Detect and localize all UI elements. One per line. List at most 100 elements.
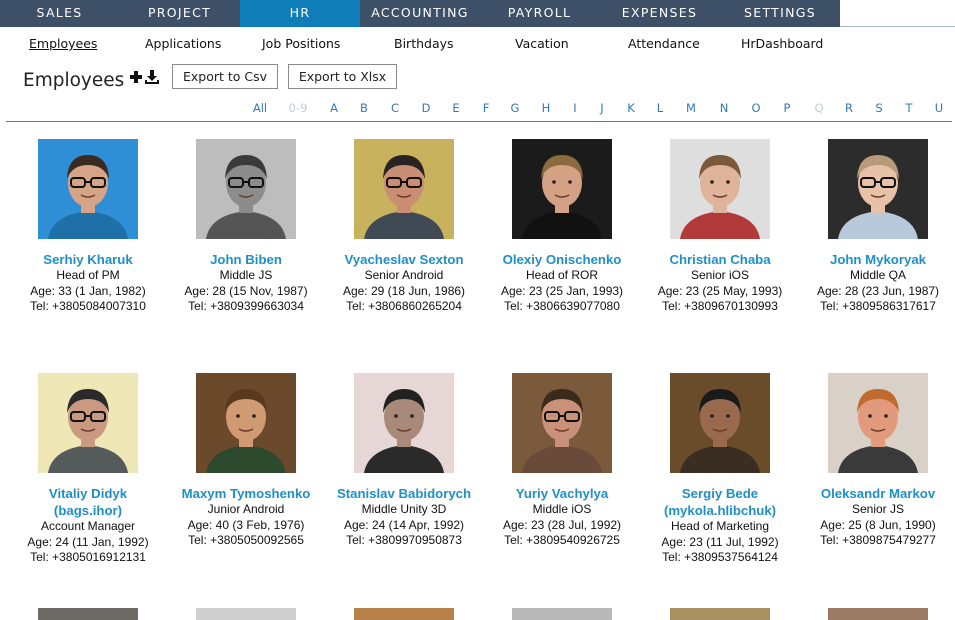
alpha-filter-a[interactable]: A: [330, 101, 338, 115]
employee-name[interactable]: Stanislav Babidorych: [328, 485, 480, 502]
alpha-filter-c[interactable]: C: [391, 101, 399, 115]
alpha-filter-m[interactable]: M: [686, 101, 696, 115]
alpha-filter-h[interactable]: H: [542, 101, 551, 115]
plus-icon[interactable]: [129, 69, 143, 83]
employee-name[interactable]: Vyacheslav Sexton: [328, 251, 480, 268]
employee-age: Age: 33 (1 Jan, 1982): [30, 283, 146, 298]
employee-phone: Tel: +3805084007310: [30, 299, 146, 313]
employee-photo[interactable]: [354, 139, 454, 239]
subnav-birthdays[interactable]: Birthdays: [394, 36, 454, 51]
employee-card: Stanislav Babidorych Middle Unity 3D Age: …: [328, 373, 480, 549]
employee-card: Serhiy Kharuk Head of PM Age: 33 (1 Jan, 1…: [12, 139, 164, 315]
nav-payroll[interactable]: PAYROLL: [480, 0, 599, 27]
nav-settings[interactable]: SETTINGS: [720, 0, 840, 27]
employee-age: Age: 23 (25 Jan, 1993): [500, 283, 624, 298]
alpha-filter-r[interactable]: R: [845, 101, 853, 115]
employee-phone: Tel: +3809586317617: [820, 299, 936, 313]
alpha-filter-o[interactable]: O: [751, 101, 760, 115]
download-icon[interactable]: [145, 69, 159, 84]
subnav-employees[interactable]: Employees: [29, 36, 97, 51]
employee-name[interactable]: Sergiy Bede: [644, 485, 796, 502]
employee-age: Age: 28 (23 Jun, 1987): [816, 283, 940, 298]
employee-name[interactable]: Oleksandr Markov: [802, 485, 954, 502]
alpha-filter-l[interactable]: L: [657, 101, 663, 115]
alpha-filter-f[interactable]: F: [483, 101, 490, 115]
subnav-hrdashboard[interactable]: HrDashboard: [741, 36, 823, 51]
employee-name[interactable]: Christian Chaba: [644, 251, 796, 268]
employee-photo[interactable]: [38, 373, 138, 473]
employee-card: Vyacheslav Sexton Senior Android Age: 29 (…: [328, 139, 480, 315]
employee-photo[interactable]: [828, 608, 928, 620]
nav-expenses[interactable]: EXPENSES: [599, 0, 720, 27]
employee-photo[interactable]: [828, 139, 928, 239]
alpha-filter-p[interactable]: P: [784, 101, 791, 115]
employee-name[interactable]: Yuriy Vachylya: [486, 485, 638, 502]
subnav-vacation[interactable]: Vacation: [515, 36, 569, 51]
employee-phone: Tel: +3805016912131: [30, 550, 146, 564]
employee-phone: Tel: +3809537564124: [662, 550, 778, 564]
employee-phone: Tel: +3809670130993: [662, 299, 778, 313]
alpha-filter-all[interactable]: All: [253, 101, 267, 115]
subnav-attendance[interactable]: Attendance: [628, 36, 700, 51]
employee-photo[interactable]: [354, 608, 454, 620]
employee-name[interactable]: Vitaliy Didyk: [12, 485, 164, 502]
alpha-filter-n[interactable]: N: [720, 101, 729, 115]
employee-card: John Mykoryak Middle QA Age: 28 (23 Jun, 1…: [802, 139, 954, 315]
employee-name[interactable]: Serhiy Kharuk: [12, 251, 164, 268]
employee-phone: Tel: +3809970950873: [346, 533, 462, 547]
nav-project[interactable]: PROJECT: [119, 0, 240, 27]
nav-divider: [840, 26, 955, 27]
employee-photo[interactable]: [196, 373, 296, 473]
nav-sales[interactable]: SALES: [0, 0, 119, 27]
subnav-applications[interactable]: Applications: [145, 36, 221, 51]
employee-age: Age: 23 (11 Jul, 1992): [661, 534, 779, 549]
alphabet-filter: All 0-9 A B C D E F G H I J K L M N O P Q R S T U: [0, 101, 955, 117]
employee-position: Middle QA: [849, 268, 907, 282]
employee-photo[interactable]: [354, 373, 454, 473]
employee-photo[interactable]: [670, 373, 770, 473]
employee-photo[interactable]: [196, 139, 296, 239]
alpha-filter-j[interactable]: J: [600, 101, 603, 115]
alpha-filter-i[interactable]: I: [573, 101, 576, 115]
export-xlsx-button[interactable]: Export to Xlsx: [288, 64, 397, 89]
nav-accounting[interactable]: ACCOUNTING: [360, 0, 480, 27]
employee-age: Age: 23 (28 Jul, 1992): [502, 517, 622, 532]
employee-username[interactable]: (mykola.hlibchuk): [644, 502, 796, 519]
alpha-filter-e[interactable]: E: [452, 101, 459, 115]
employee-card: Yuriy Vachylya Middle iOS Age: 23 (28 Jul,…: [486, 373, 638, 549]
employee-name[interactable]: John Biben: [170, 251, 322, 268]
employee-position: Senior JS: [851, 502, 905, 516]
employee-phone: Tel: +3809399663034: [188, 299, 304, 313]
employee-age: Age: 25 (8 Jun, 1990): [820, 517, 936, 532]
alpha-filter-b[interactable]: B: [360, 101, 368, 115]
employee-age: Age: 29 (18 Jun, 1986): [342, 283, 466, 298]
export-csv-button[interactable]: Export to Csv: [172, 64, 278, 89]
employee-age: Age: 28 (15 Nov, 1987): [184, 283, 308, 298]
employee-photo[interactable]: [670, 608, 770, 620]
employee-card: Oleksandr Markov Senior JS Age: 25 (8 Jun,…: [802, 373, 954, 549]
employee-name[interactable]: Maxym Tymoshenko: [170, 485, 322, 502]
alpha-filter-k[interactable]: K: [627, 101, 635, 115]
alpha-filter-g[interactable]: G: [511, 101, 520, 115]
nav-hr[interactable]: HR: [240, 0, 360, 27]
alpha-filter-s[interactable]: S: [875, 101, 882, 115]
employee-photo[interactable]: [670, 139, 770, 239]
employee-position: Middle JS: [219, 268, 273, 282]
employee-photo[interactable]: [512, 373, 612, 473]
employee-photo[interactable]: [196, 608, 296, 620]
employee-username[interactable]: (bags.ihor): [12, 502, 164, 519]
employee-photo[interactable]: [512, 608, 612, 620]
employee-photo[interactable]: [512, 139, 612, 239]
alpha-filter-t[interactable]: T: [905, 101, 912, 115]
employee-name[interactable]: Olexiy Onischenko: [486, 251, 638, 268]
alpha-filter-u[interactable]: U: [935, 101, 943, 115]
subnav-job-positions[interactable]: Job Positions: [262, 36, 340, 51]
employee-position: Head of PM: [56, 268, 120, 282]
employee-position: Senior iOS: [690, 268, 750, 282]
employee-position: Account Manager: [40, 519, 136, 533]
employee-photo[interactable]: [38, 139, 138, 239]
alpha-filter-d[interactable]: D: [422, 101, 431, 115]
employee-photo[interactable]: [828, 373, 928, 473]
employee-photo[interactable]: [38, 608, 138, 620]
employee-name[interactable]: John Mykoryak: [802, 251, 954, 268]
